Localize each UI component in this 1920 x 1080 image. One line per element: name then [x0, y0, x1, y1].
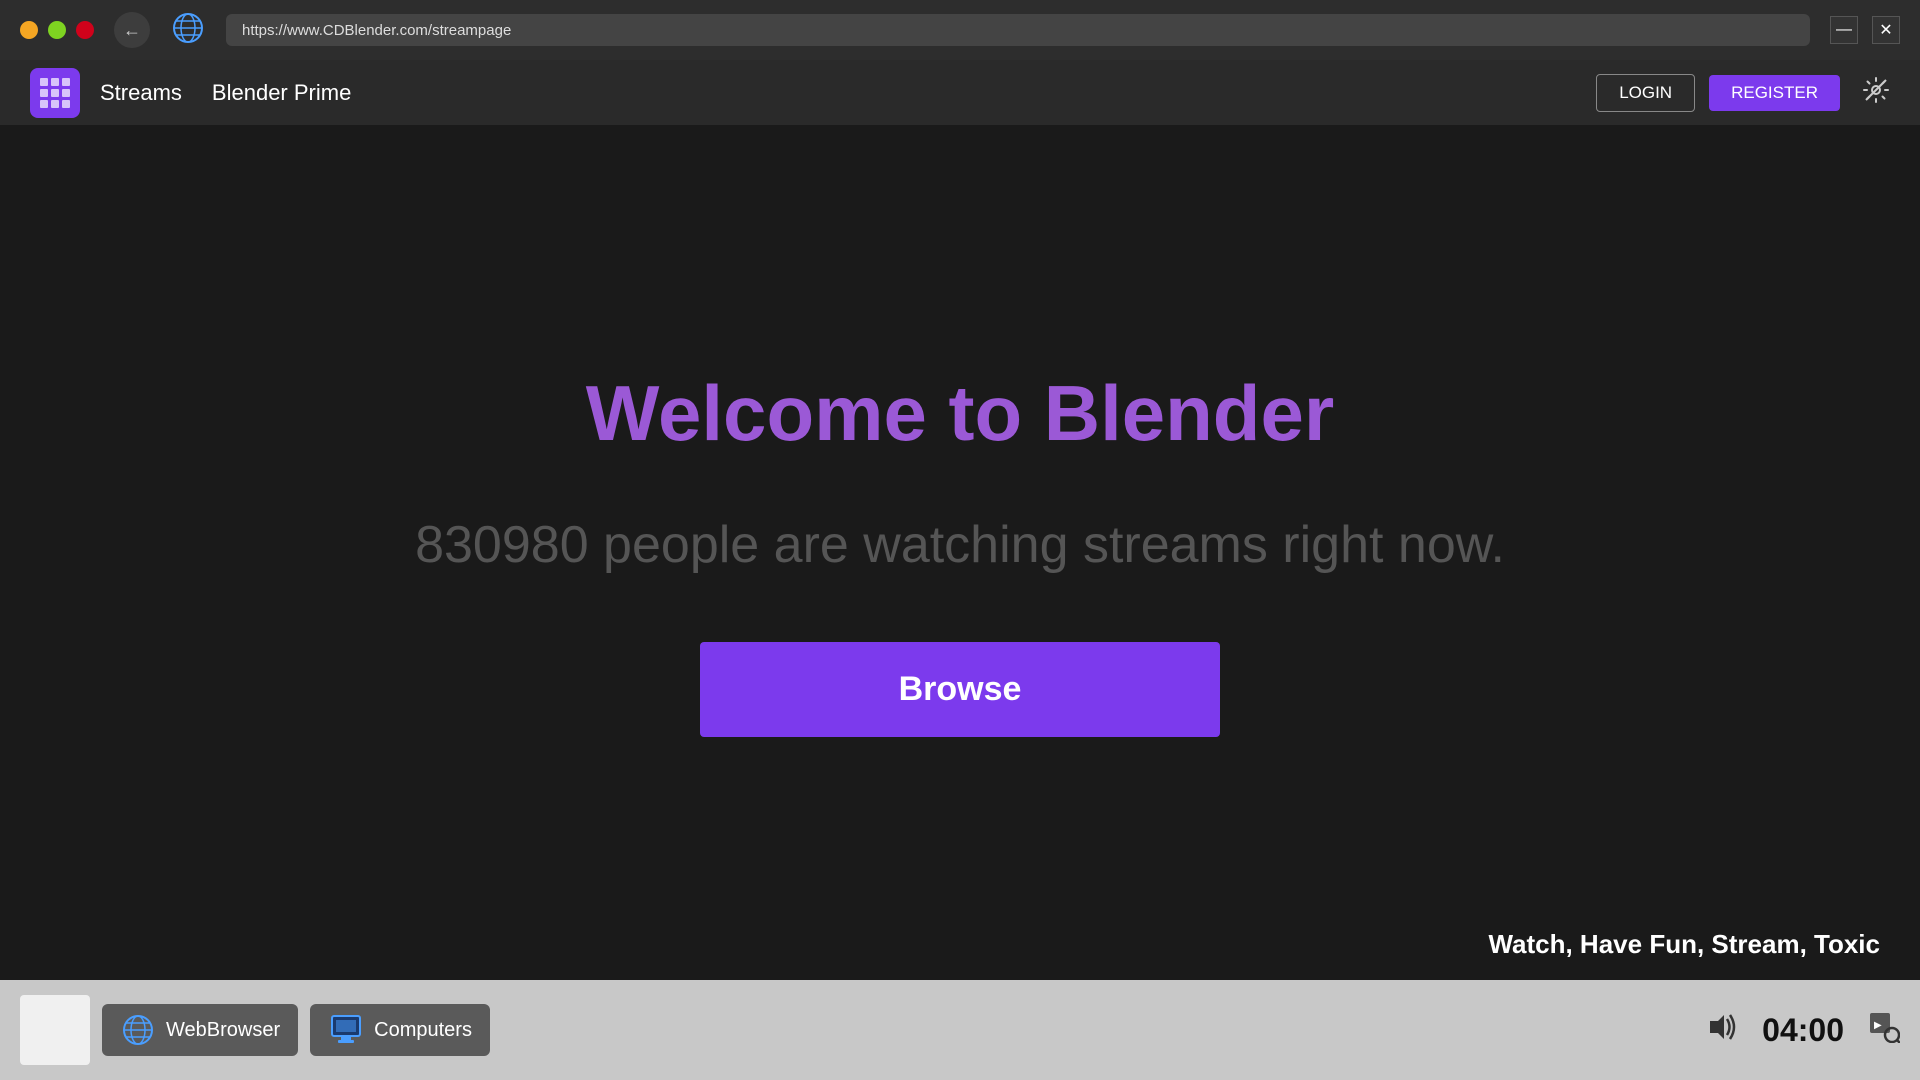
maximize-dot[interactable]: [48, 21, 66, 39]
register-button[interactable]: REGISTER: [1709, 75, 1840, 111]
taskbar-webbrowser[interactable]: WebBrowser: [102, 1004, 298, 1056]
tagline: Watch, Have Fun, Stream, Toxic: [1488, 929, 1880, 960]
close-dot[interactable]: [76, 21, 94, 39]
globe-icon: [170, 10, 206, 51]
back-button[interactable]: ←: [114, 12, 150, 48]
settings-icon[interactable]: [1862, 76, 1890, 110]
svg-text:▶: ▶: [1874, 1020, 1882, 1031]
clock-display: 04:00: [1762, 1012, 1844, 1049]
login-button[interactable]: LOGIN: [1596, 74, 1695, 112]
taskbar-computers-label: Computers: [374, 1019, 472, 1042]
site-logo: [30, 68, 80, 118]
taskbar-webbrowser-label: WebBrowser: [166, 1019, 280, 1042]
taskbar-blank-item: [20, 995, 90, 1065]
taskbar: WebBrowser Computers 04:00 ▶: [0, 980, 1920, 1080]
window-close-button[interactable]: ✕: [1872, 16, 1900, 44]
url-bar[interactable]: https://www.CDBlender.com/streampage: [226, 14, 1810, 46]
window-minimize-button[interactable]: —: [1830, 16, 1858, 44]
browser-content: Streams Blender Prime LOGIN REGISTER Wel…: [0, 60, 1920, 980]
traffic-lights: [20, 21, 94, 39]
nav-links: Streams Blender Prime: [100, 80, 1596, 106]
hero-title: Welcome to Blender: [586, 368, 1334, 459]
site-navbar: Streams Blender Prime LOGIN REGISTER: [0, 60, 1920, 125]
hero-section: Welcome to Blender 830980 people are wat…: [0, 125, 1920, 980]
volume-icon[interactable]: [1702, 1009, 1738, 1052]
nav-streams[interactable]: Streams: [100, 80, 182, 106]
nav-right: LOGIN REGISTER: [1596, 74, 1890, 112]
browse-button[interactable]: Browse: [700, 642, 1220, 737]
hero-subtitle: 830980 people are watching streams right…: [415, 509, 1505, 582]
window-controls: — ✕: [1830, 16, 1900, 44]
window-chrome: ← https://www.CDBlender.com/streampage —…: [0, 0, 1920, 60]
taskbar-computers[interactable]: Computers: [310, 1004, 490, 1056]
nav-blender-prime[interactable]: Blender Prime: [212, 80, 351, 106]
taskbar-search-icon[interactable]: ▶: [1868, 1011, 1900, 1050]
minimize-dot[interactable]: [20, 21, 38, 39]
taskbar-right: 04:00 ▶: [1702, 1009, 1900, 1052]
